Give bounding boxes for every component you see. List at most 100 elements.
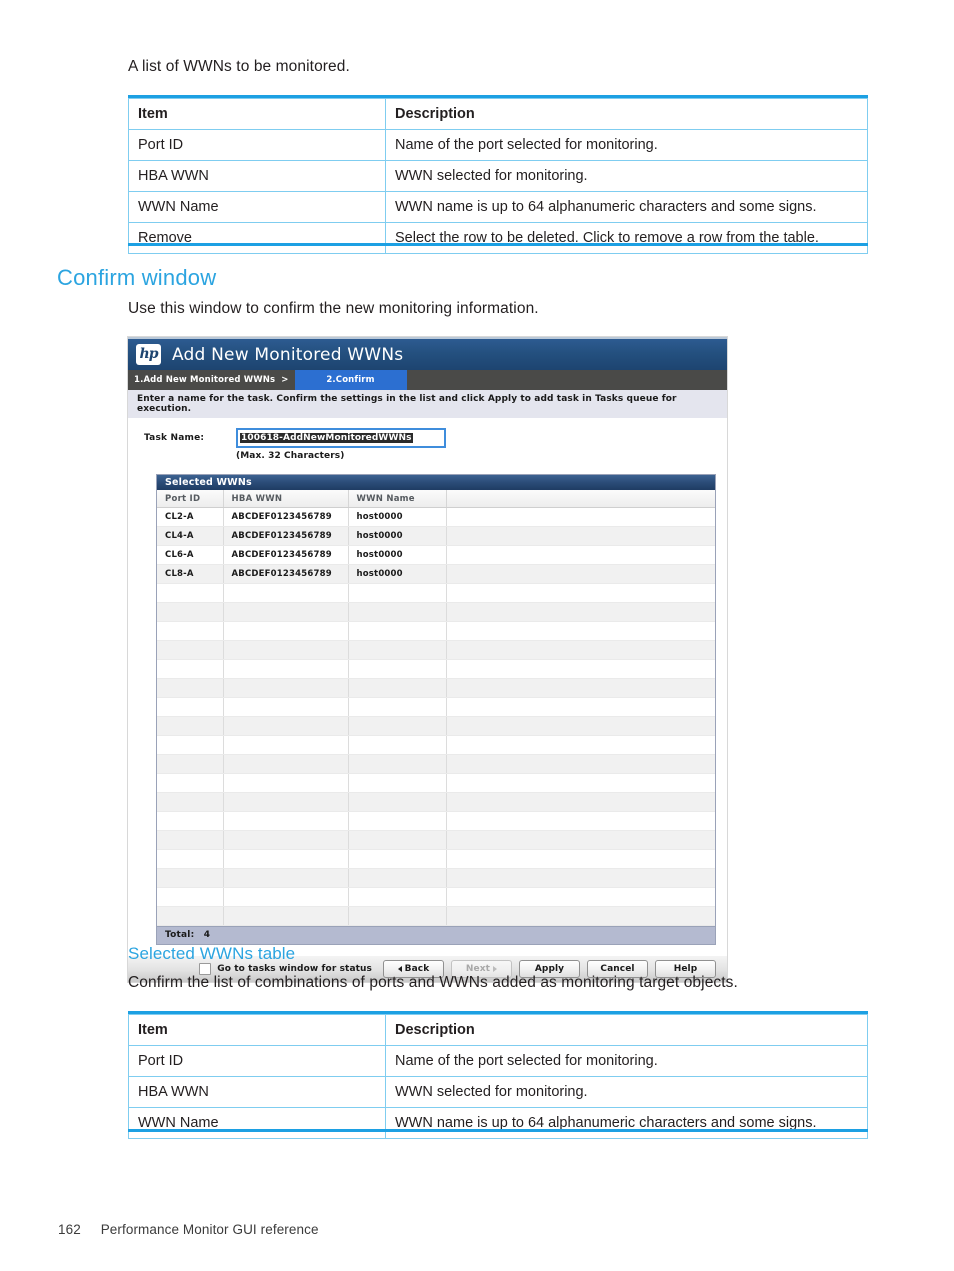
table-row: Port ID Name of the port selected for mo… (128, 1045, 868, 1077)
grid-cell-spacer (446, 545, 715, 565)
grid-cell-empty (157, 659, 224, 679)
grid-cell-empty (157, 602, 224, 622)
grid-row-empty[interactable] (157, 849, 715, 869)
task-name-label: Task Name: (144, 433, 205, 443)
grid-cell-empty (348, 602, 447, 622)
grid-cell-hba-wwn: ABCDEF0123456789 (223, 545, 349, 565)
ref-table-2-bottom-rule (128, 1129, 868, 1132)
grid-cell-spacer (446, 526, 715, 546)
grid-row-empty[interactable] (157, 583, 715, 603)
grid-row-empty[interactable] (157, 773, 715, 793)
grid-row-empty[interactable] (157, 678, 715, 698)
task-name-hint: (Max. 32 Characters) (236, 451, 345, 461)
cell-description: WWN selected for monitoring. (385, 160, 868, 192)
app-window-screenshot: hp Add New Monitored WWNs 1.Add New Moni… (128, 337, 727, 982)
grid-cell-empty (446, 811, 715, 831)
grid-row[interactable]: CL8-A ABCDEF0123456789 host0000 (157, 564, 715, 584)
cell-description: Select the row to be deleted. Click to r… (385, 222, 868, 254)
grid-cell-empty (223, 773, 349, 793)
grid-row[interactable]: CL4-A ABCDEF0123456789 host0000 (157, 526, 715, 546)
grid-col-hba-wwn[interactable]: HBA WWN (223, 490, 349, 508)
grid-cell-empty (223, 716, 349, 736)
grid-cell-empty (348, 735, 447, 755)
breadcrumb-step-2[interactable]: 2.Confirm (294, 370, 407, 390)
grid-cell-wwn-name: host0000 (348, 526, 447, 546)
grid-cell-empty (223, 621, 349, 641)
selected-wwns-grid: Port ID HBA WWN WWN Name CL2-A ABCDEF0123… (157, 490, 715, 926)
task-name-input[interactable]: 100618-AddNewMonitoredWWNs (236, 428, 446, 448)
grid-cell-wwn-name: host0000 (348, 564, 447, 584)
grid-cell-empty (348, 849, 447, 869)
grid-cell-hba-wwn: ABCDEF0123456789 (223, 564, 349, 584)
grid-cell-empty (223, 678, 349, 698)
grid-cell-empty (223, 887, 349, 907)
grid-cell-wwn-name: host0000 (348, 507, 447, 527)
grid-row[interactable]: CL2-A ABCDEF0123456789 host0000 (157, 507, 715, 527)
cell-item: WWN Name (128, 1107, 386, 1139)
grid-row-empty[interactable] (157, 640, 715, 660)
grid-cell-empty (157, 906, 224, 926)
confirm-window-description: Use this window to confirm the new monit… (128, 300, 539, 317)
total-value: 4 (203, 930, 211, 940)
grid-cell-hba-wwn: ABCDEF0123456789 (223, 526, 349, 546)
grid-col-port-id[interactable]: Port ID (157, 490, 224, 508)
grid-row-empty[interactable] (157, 868, 715, 888)
grid-row-empty[interactable] (157, 792, 715, 812)
chevron-left-icon (397, 966, 402, 972)
cell-item: HBA WWN (128, 160, 386, 192)
grid-row-empty[interactable] (157, 830, 715, 850)
grid-cell-empty (223, 906, 349, 926)
grid-row-empty[interactable] (157, 659, 715, 679)
breadcrumb-step-1-label: 1.Add New Monitored WWNs (134, 375, 276, 385)
cell-item: Remove (128, 222, 386, 254)
breadcrumb-step-1[interactable]: 1.Add New Monitored WWNs > (128, 370, 295, 390)
grid-cell-empty (157, 754, 224, 774)
table-row: Port ID Name of the port selected for mo… (128, 129, 868, 161)
grid-cell-empty (223, 811, 349, 831)
cell-description: Name of the port selected for monitoring… (385, 129, 868, 161)
grid-cell-hba-wwn: ABCDEF0123456789 (223, 507, 349, 527)
cell-item: Port ID (128, 129, 386, 161)
grid-cell-empty (157, 697, 224, 717)
intro-paragraph: A list of WWNs to be monitored. (128, 58, 350, 75)
grid-cell-empty (348, 697, 447, 717)
selected-wwns-table-description: Confirm the list of combinations of port… (128, 974, 738, 991)
grid-cell-empty (223, 583, 349, 603)
grid-cell-empty (348, 678, 447, 698)
grid-cell-spacer (446, 507, 715, 527)
grid-cell-empty (348, 868, 447, 888)
table-row: Remove Select the row to be deleted. Cli… (128, 222, 868, 254)
grid-cell-empty (223, 697, 349, 717)
grid-cell-empty (157, 621, 224, 641)
col-header-description: Description (385, 1014, 868, 1046)
grid-cell-port-id: CL6-A (157, 545, 224, 565)
grid-cell-empty (157, 716, 224, 736)
grid-row-empty[interactable] (157, 906, 715, 926)
breadcrumb-separator: > (281, 375, 289, 385)
grid-cell-empty (446, 640, 715, 660)
grid-cell-empty (348, 906, 447, 926)
grid-cell-empty (348, 583, 447, 603)
table-row: HBA WWN WWN selected for monitoring. (128, 1076, 868, 1108)
cell-item: WWN Name (128, 191, 386, 223)
grid-row-empty[interactable] (157, 754, 715, 774)
grid-cell-empty (223, 640, 349, 660)
selected-wwns-grid-body: CL2-A ABCDEF0123456789 host0000 CL4-A ABCDEF… (157, 507, 715, 926)
grid-cell-port-id: CL2-A (157, 507, 224, 527)
grid-row[interactable]: CL6-A ABCDEF0123456789 host0000 (157, 545, 715, 565)
grid-row-empty[interactable] (157, 887, 715, 907)
cell-item: HBA WWN (128, 1076, 386, 1108)
grid-header-row: Port ID HBA WWN WWN Name (157, 490, 715, 508)
grid-row-empty[interactable] (157, 602, 715, 622)
ref-table-1-bottom-rule (128, 243, 868, 246)
grid-row-empty[interactable] (157, 735, 715, 755)
grid-cell-empty (348, 716, 447, 736)
grid-col-wwn-name[interactable]: WWN Name (348, 490, 447, 508)
grid-row-empty[interactable] (157, 621, 715, 641)
cell-description: WWN selected for monitoring. (385, 1076, 868, 1108)
app-window-title: Add New Monitored WWNs (172, 344, 404, 365)
grid-cell-empty (223, 602, 349, 622)
grid-row-empty[interactable] (157, 716, 715, 736)
grid-row-empty[interactable] (157, 697, 715, 717)
grid-row-empty[interactable] (157, 811, 715, 831)
